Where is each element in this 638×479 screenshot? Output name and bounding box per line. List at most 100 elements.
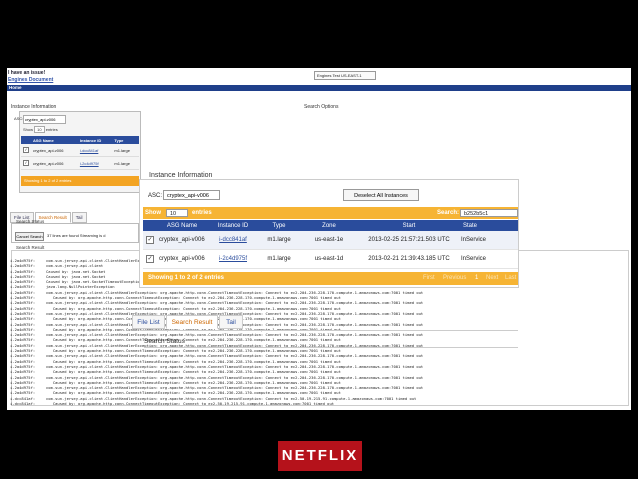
instance-link[interactable]: i-dcc841af (219, 237, 247, 243)
start-cell: 2013-02-25 21:57:21.503 UTC (359, 231, 459, 250)
search-status-box: Cancel Search 37 lines are found Streami… (11, 223, 139, 243)
logo-text: NETFLIX (281, 447, 359, 464)
log-text: com.sun.jersey.api.client.ClientHandlerE… (46, 353, 424, 359)
asc-label-small: ASC: (14, 116, 24, 121)
state-cell: InService (459, 249, 518, 269)
zone-cell: us-east-1e (299, 231, 359, 250)
netflix-logo: NETFLIX (278, 441, 362, 471)
instance-id-cell: i-2c4d975f (207, 249, 259, 269)
instance-link[interactable]: i-2c4d975f (219, 256, 247, 262)
instance-link[interactable]: i-2c4d975f (77, 156, 113, 170)
log-instance: i-dcc841af: (10, 401, 36, 407)
table-row[interactable]: ✓ cryptex_api-v006 i-2c4d975f m1.large u… (143, 249, 518, 269)
instance-id-cell: i-dcc841af (207, 231, 259, 250)
pager-next[interactable]: Next (486, 272, 498, 285)
column-header[interactable]: ASG Name (31, 136, 78, 144)
row-checkbox[interactable]: ✓ (21, 156, 31, 170)
pager-previous[interactable]: Previous (443, 272, 466, 285)
check-icon: ✓ (146, 236, 154, 244)
table-row[interactable]: ✓ cryptex_api-v006 i-dcc841af m1.large (21, 144, 139, 157)
log-text: com.sun.jersey.api.client.ClientHandlerE… (46, 363, 424, 369)
show-label: Show (145, 210, 161, 216)
asg-cell: cryptex_api-v006 (31, 156, 78, 170)
log-text: Caused by: org.apache.http.conn.ConnectT… (46, 305, 341, 311)
tab-bar-small: File List Search Result Tail (10, 206, 88, 223)
check-icon: ✓ (146, 255, 154, 263)
zoom-tab-search-result[interactable]: Search Result (166, 315, 218, 329)
show-text-small: Show (23, 127, 34, 132)
search-options-label: Search Options (304, 104, 339, 110)
deselect-all-button[interactable]: Deselect All Instances (343, 189, 419, 201)
table-footer-small: Showing 1 to 2 of 2 entries (21, 176, 139, 186)
pager-first[interactable]: First (423, 272, 435, 285)
environment-select[interactable]: Engines Test US-EAST-1 (314, 71, 376, 80)
table-footer: Showing 1 to 2 of 2 entries First Previo… (143, 272, 518, 285)
cancel-search-button[interactable]: Cancel Search (15, 232, 44, 241)
table-row[interactable]: ✓ cryptex_api-v006 i-dcc841af m1.large u… (143, 231, 518, 250)
asg-cell: cryptex_api-v006 (31, 144, 78, 157)
show-entries-select[interactable]: 10 (166, 209, 188, 217)
column-header-type[interactable]: Type (259, 220, 299, 231)
table-row[interactable]: ✓ cryptex_api-v006 i-2c4d975f m1.large (21, 156, 139, 170)
instance-link[interactable]: i-dcc841af (77, 144, 113, 157)
instance-table: ASG Name Instance ID Type Zone Start Sta… (143, 220, 518, 269)
nav-bar: Home (7, 85, 631, 91)
log-text: Caused by: org.apache.http.conn.ConnectT… (46, 358, 341, 364)
asc-label: ASC: (148, 193, 163, 199)
asc-select-small[interactable]: cryptex_api-v006 (23, 115, 66, 124)
page-title: I have an issue! (8, 70, 46, 76)
entries-label: entries (192, 210, 212, 216)
log-text: com.sun.jersey.api.client.ClientHandlerE… (46, 289, 424, 295)
search-input[interactable]: b252b5c1 (460, 209, 518, 217)
pager-page[interactable]: 1 (475, 272, 478, 285)
log-text: com.sun.jersey.api.client.ClientHandlerE… (46, 395, 417, 401)
column-header-zone[interactable]: Zone (299, 220, 359, 231)
log-text: Caused by: org.apache.http.conn.ConnectT… (46, 348, 341, 354)
screenshot: I have an issue! Engines Document Engine… (7, 68, 631, 410)
show-select-small[interactable]: 10 (34, 126, 45, 133)
zoomed-panel-title: Instance Information (147, 172, 215, 179)
log-text: com.sun.jersey.api.client (46, 263, 104, 269)
log-text: Caused by: java.net.Socket (46, 273, 106, 279)
log-text: com.sun.jersey.api.client.ClientHandlerE… (46, 300, 424, 306)
log-text: Caused by: org.apache.http.conn.ConnectT… (46, 390, 341, 396)
zoom-tab-file-list[interactable]: File List (132, 315, 165, 329)
type-cell: m1.large (112, 144, 139, 157)
log-text: Caused by: org.apache.http.conn.ConnectT… (46, 401, 335, 407)
search-status-text: 37 lines are found Streaming is d (47, 233, 106, 238)
asg-cell: cryptex_api-v006 (157, 249, 207, 269)
column-header-instance-id[interactable]: Instance ID (207, 220, 259, 231)
column-header-asg[interactable]: ASG Name (157, 220, 207, 231)
log-text: com.sun.jersey.api.client.ClientHandlerE… (46, 385, 424, 391)
show-label-small: Show 10 entries (23, 126, 58, 133)
asc-select[interactable]: cryptex_api-v006 (163, 190, 220, 200)
zoom-search-status-label: Search Status (144, 338, 185, 345)
type-cell: m1.large (112, 156, 139, 170)
log-text: com.sun.jersey.api.client.ClientHandlerE… (46, 374, 424, 380)
log-line: i-dcc841af: Caused by: org.apache.http.c… (10, 401, 626, 406)
zoomed-instance-panel: ASC: cryptex_api-v006 Deselect All Insta… (140, 180, 518, 287)
state-cell: InService (459, 231, 518, 250)
tab-tail[interactable]: Tail (71, 212, 87, 223)
row-checkbox[interactable]: ✓ (143, 249, 157, 269)
column-header-state[interactable]: State (459, 220, 518, 231)
column-header[interactable]: Instance ID (77, 136, 113, 144)
log-text: Caused by: org.apache.http.conn.ConnectT… (46, 337, 341, 343)
zoom-tab-tail[interactable]: Tail (219, 315, 243, 329)
log-text: Caused by: org.apache.http.conn.ConnectT… (46, 369, 341, 375)
log-text: java.lang.NullPointerException (46, 284, 115, 290)
column-header-start[interactable]: Start (359, 220, 459, 231)
entries-text-small: entries (45, 127, 58, 132)
pager-last[interactable]: Last (505, 272, 516, 285)
row-checkbox[interactable]: ✓ (21, 144, 31, 157)
search-label: Search: (437, 210, 460, 216)
instance-info-label: Instance Information (11, 104, 57, 110)
row-checkbox[interactable]: ✓ (143, 231, 157, 250)
column-header[interactable]: Type (112, 136, 139, 144)
nav-home[interactable]: Home (9, 85, 22, 91)
search-status-divider (144, 347, 518, 348)
start-cell: 2013-02-21 21:39:43.185 UTC (359, 249, 459, 269)
tab-divider (140, 330, 518, 331)
document-link[interactable]: Engines Document (8, 77, 53, 83)
type-cell: m1.large (259, 231, 299, 250)
